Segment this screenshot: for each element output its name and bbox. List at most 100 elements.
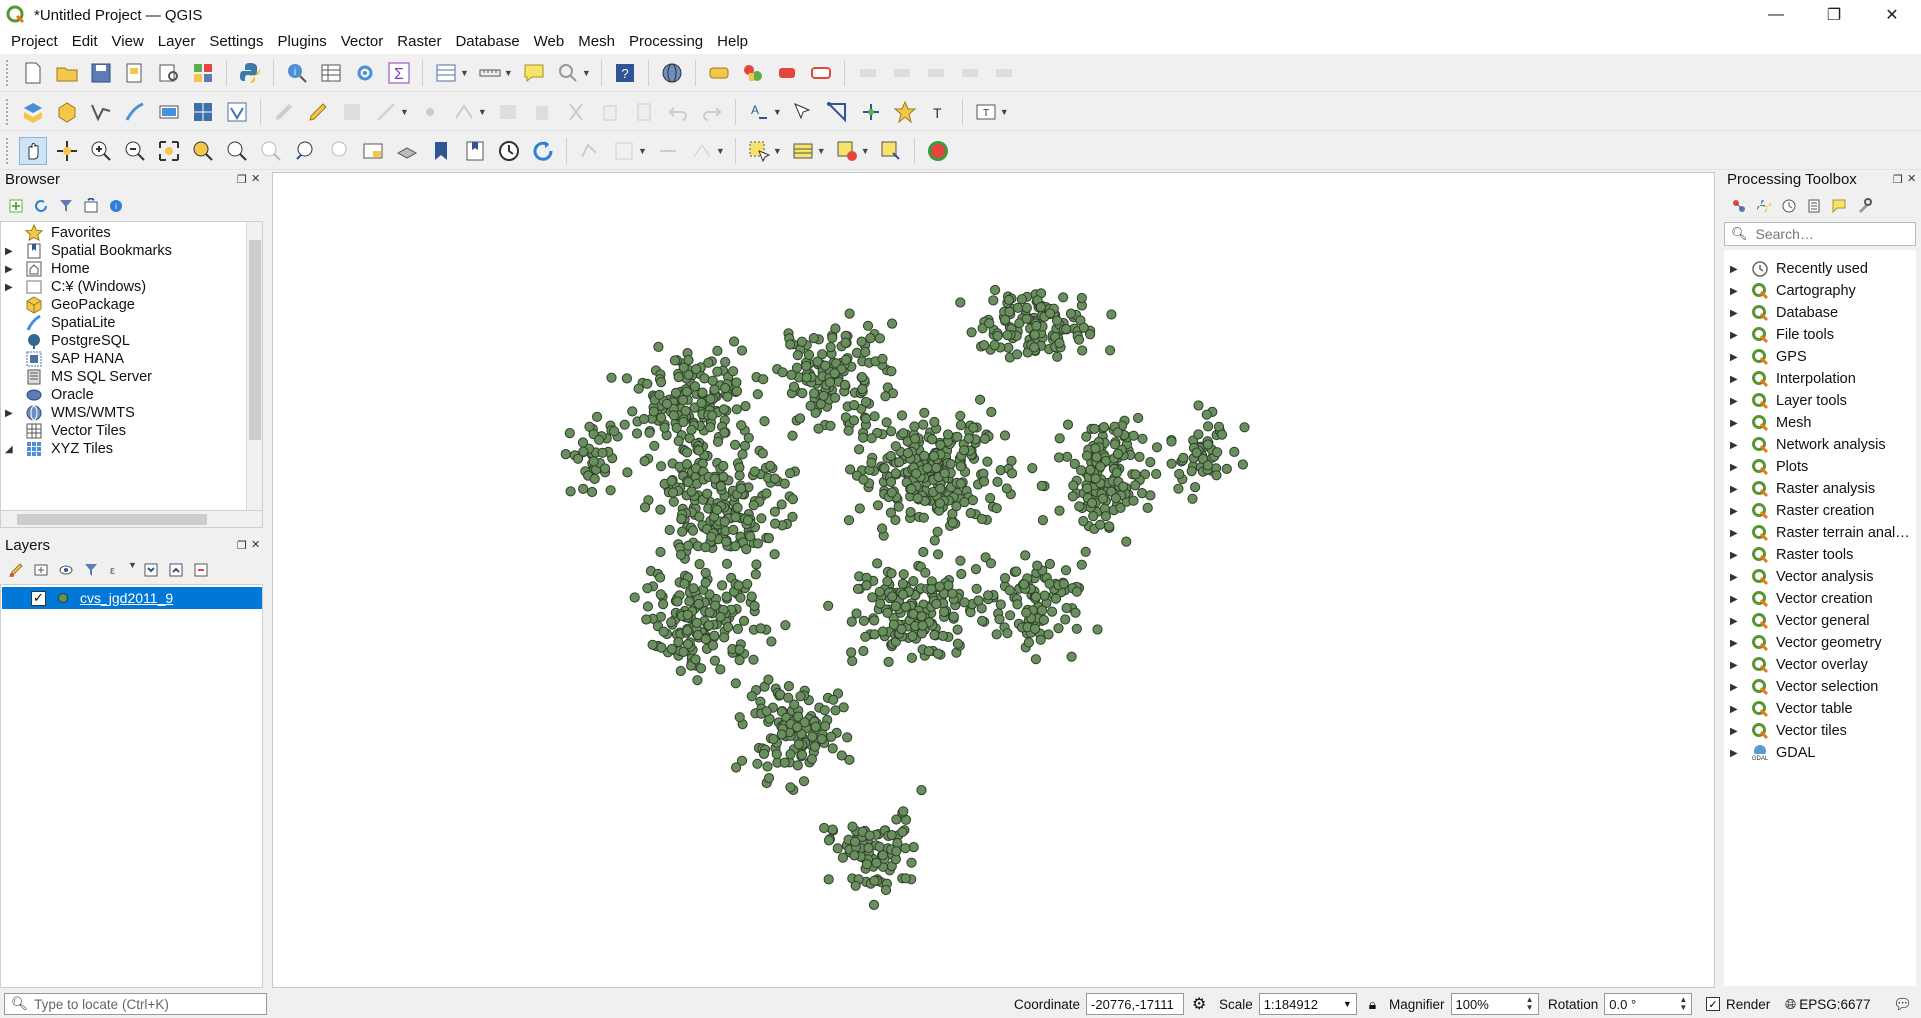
processing-group-item[interactable]: ▶ Layer tools	[1724, 390, 1847, 412]
refresh-browser-icon[interactable]	[31, 196, 51, 216]
add-group-icon[interactable]	[31, 560, 51, 580]
expand-arrow-icon[interactable]: ▶	[5, 264, 17, 275]
dropdown-arrow-icon[interactable]: ▼	[400, 107, 409, 117]
toolbox-icon[interactable]	[351, 59, 379, 87]
toggle-editing-icon[interactable]	[304, 98, 332, 126]
processing-options-icon[interactable]	[1854, 196, 1874, 216]
processing-group-item[interactable]: ▶ Raster tools	[1724, 544, 1853, 566]
dropdown-arrow-icon[interactable]: ▼	[716, 146, 725, 156]
zoom-out-icon[interactable]	[121, 137, 149, 165]
menu-layer[interactable]: Layer	[151, 30, 203, 54]
scale-combobox[interactable]: 1:184912 ▼	[1258, 993, 1357, 1015]
select-by-location-icon[interactable]	[789, 98, 817, 126]
processing-close-icon[interactable]: ✕	[1907, 172, 1916, 185]
processing-undock-icon[interactable]: ❐	[1893, 173, 1903, 186]
processing-group-item[interactable]: ▶ Mesh	[1724, 412, 1811, 434]
expand-arrow-icon[interactable]: ▶	[1730, 748, 1742, 759]
coordinate-toggle-icon[interactable]: ⚙	[1192, 994, 1206, 1014]
expand-arrow-icon[interactable]: ▶	[1730, 572, 1742, 583]
processing-group-item[interactable]: ▶ GPS	[1724, 346, 1807, 368]
processing-group-item[interactable]: ▶ Raster creation	[1724, 500, 1874, 522]
processing-group-item[interactable]: ▶ Database	[1724, 302, 1838, 324]
plugin-globe-icon[interactable]	[658, 59, 686, 87]
lock-icon[interactable]: 🔒︎	[1369, 996, 1376, 1013]
expand-arrow-icon[interactable]: ▶	[1730, 550, 1742, 561]
add-spatialite-icon[interactable]	[121, 98, 149, 126]
processing-group-item[interactable]: ▶ File tools	[1724, 324, 1834, 346]
node-tool-icon[interactable]	[857, 98, 885, 126]
show-map-tips-icon[interactable]	[877, 137, 905, 165]
dropdown-arrow-icon[interactable]: ▼	[861, 146, 870, 156]
spinner-arrows-icon[interactable]: ▲ ▼	[1679, 996, 1687, 1012]
menu-plugins[interactable]: Plugins	[271, 30, 334, 54]
coordinate-field[interactable]: -20776,-17111	[1086, 993, 1185, 1015]
crs-globe-icon[interactable]: 🌐︎	[1785, 996, 1796, 1013]
processing-group-item[interactable]: ▶ Recently used	[1724, 258, 1868, 280]
measure-line-icon[interactable]	[476, 59, 504, 87]
minimize-button[interactable]: —	[1747, 0, 1805, 30]
processing-group-item[interactable]: ▶ Interpolation	[1724, 368, 1856, 390]
dropdown-arrow-icon[interactable]: ▼	[817, 146, 826, 156]
dropdown-arrow-icon[interactable]: ▼	[504, 68, 513, 78]
map-canvas[interactable]	[272, 172, 1715, 988]
digitize-segments-icon[interactable]	[823, 98, 851, 126]
expand-arrow-icon[interactable]: ▶	[1730, 440, 1742, 451]
expand-arrow-icon[interactable]: ▶	[1730, 660, 1742, 671]
menu-mesh[interactable]: Mesh	[571, 30, 622, 54]
zoom-to-selection-icon[interactable]	[189, 137, 217, 165]
rotation-spinbox[interactable]: 0.0 ° ▲ ▼	[1604, 993, 1693, 1015]
add-selected-layers-icon[interactable]	[6, 196, 26, 216]
temporal-controller-icon[interactable]	[495, 137, 523, 165]
expand-all-icon[interactable]	[141, 560, 161, 580]
expand-arrow-icon[interactable]: ▶	[5, 246, 17, 257]
menu-database[interactable]: Database	[448, 30, 526, 54]
new-project-icon[interactable]	[19, 59, 47, 87]
processing-group-item[interactable]: ▶ Vector tiles	[1724, 720, 1847, 742]
browser-close-icon[interactable]: ✕	[251, 172, 260, 185]
identify-features-icon[interactable]: i	[283, 59, 311, 87]
expand-arrow-icon[interactable]: ▶	[1730, 418, 1742, 429]
menu-raster[interactable]: Raster	[390, 30, 448, 54]
browser-undock-icon[interactable]: ❐	[237, 173, 247, 186]
expand-arrow-icon[interactable]: ◢	[5, 444, 17, 455]
processing-group-item[interactable]: ▶ Vector table	[1724, 698, 1853, 720]
refresh-icon[interactable]	[529, 137, 557, 165]
processing-group-item[interactable]: ▶ Network analysis	[1724, 434, 1886, 456]
show-hide-labels-icon[interactable]	[807, 59, 835, 87]
menu-project[interactable]: Project	[4, 30, 65, 54]
expand-arrow-icon[interactable]: ▶	[1730, 330, 1742, 341]
crs-label[interactable]: EPSG:6677	[1799, 997, 1870, 1012]
data-source-manager-icon[interactable]	[19, 98, 47, 126]
filter-legend-icon[interactable]	[81, 560, 101, 580]
expand-arrow-icon[interactable]: ▶	[1730, 374, 1742, 385]
pin-label-icon[interactable]	[773, 59, 801, 87]
expand-arrow-icon[interactable]: ▶	[1730, 396, 1742, 407]
pan-to-selection-icon[interactable]	[53, 137, 81, 165]
open-attribute-table-icon[interactable]	[317, 59, 345, 87]
models-icon[interactable]	[1729, 196, 1749, 216]
toolbar-grip[interactable]	[6, 98, 10, 125]
menu-help[interactable]: Help	[710, 30, 755, 54]
remove-layer-icon[interactable]	[191, 560, 211, 580]
processing-group-item[interactable]: ▶ Cartography	[1724, 280, 1856, 302]
dropdown-arrow-icon[interactable]: ▼	[773, 107, 782, 117]
filter-browser-icon[interactable]	[56, 196, 76, 216]
dropdown-arrow-icon[interactable]: ▼	[773, 146, 782, 156]
add-raster-icon[interactable]	[189, 98, 217, 126]
properties-icon[interactable]: i	[106, 196, 126, 216]
expand-arrow-icon[interactable]: ▶	[1730, 352, 1742, 363]
annotation-icon[interactable]	[554, 59, 582, 87]
add-virtual-layer-icon[interactable]	[223, 98, 251, 126]
expand-arrow-icon[interactable]: ▶	[1730, 286, 1742, 297]
new-3d-map-view-icon[interactable]	[393, 137, 421, 165]
expand-arrow-icon[interactable]: ▶	[5, 408, 17, 419]
pan-map-icon[interactable]	[19, 136, 47, 165]
dropdown-arrow-icon[interactable]: ▼	[1343, 999, 1352, 1009]
new-print-layout-icon[interactable]	[121, 59, 149, 87]
menu-edit[interactable]: Edit	[65, 30, 105, 54]
dropdown-arrow-icon[interactable]: ▼	[128, 560, 137, 580]
processing-search-input[interactable]: 🔍︎ Search…	[1724, 222, 1916, 246]
expand-arrow-icon[interactable]: ▶	[1730, 308, 1742, 319]
select-by-value-icon[interactable]	[789, 137, 817, 165]
processing-group-item[interactable]: ▶ Vector analysis	[1724, 566, 1874, 588]
